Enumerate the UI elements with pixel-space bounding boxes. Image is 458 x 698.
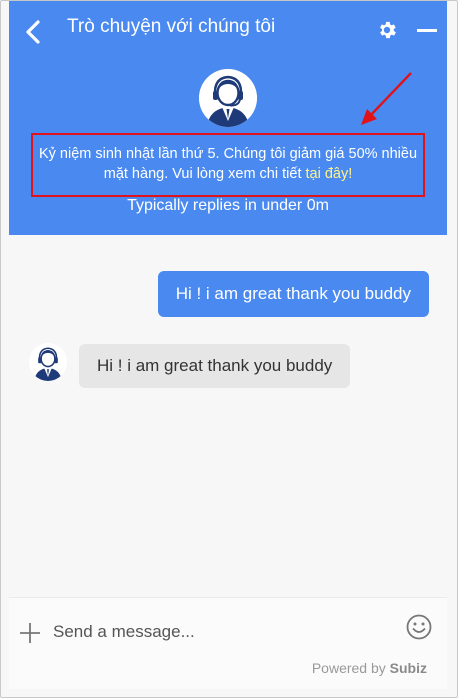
promo-banner: Kỷ niệm sinh nhật lần thứ 5. Chúng tôi g… <box>31 133 425 197</box>
powered-by: Powered by Subiz <box>312 660 427 676</box>
chat-widget: Trò chuyện với chúng tôi Kỷ niệm sinh nh… <box>0 0 458 698</box>
brand-link[interactable]: Subiz <box>390 660 427 676</box>
message-composer: Powered by Subiz <box>9 597 447 689</box>
agent-headset-icon <box>199 69 257 127</box>
message-list: Hi ! i am great thank you buddy Hi ! i a… <box>9 235 447 597</box>
chat-header: Trò chuyện với chúng tôi Kỷ niệm sinh nh… <box>9 1 447 235</box>
gear-icon[interactable] <box>376 19 398 41</box>
agent-headset-icon <box>29 343 67 381</box>
chevron-left-icon[interactable] <box>21 19 45 45</box>
promo-link[interactable]: tại đây! <box>306 166 353 182</box>
annotation-arrow-icon <box>361 72 412 125</box>
agent-avatar <box>199 69 257 127</box>
promo-text: Kỷ niệm sinh nhật lần thứ 5. Chúng tôi g… <box>38 146 418 182</box>
message-input[interactable] <box>53 616 393 648</box>
reply-time-status: Typically replies in under 0m <box>127 197 329 214</box>
smiley-icon[interactable] <box>406 614 432 640</box>
incoming-message: Hi ! i am great thank you buddy <box>79 344 351 388</box>
outgoing-message: Hi ! i am great thank you buddy <box>157 271 429 317</box>
header-title: Trò chuyện với chúng tôi <box>67 16 276 37</box>
minus-icon[interactable] <box>417 29 437 32</box>
agent-avatar-small <box>29 343 67 381</box>
powered-by-label: Powered by <box>311 660 386 676</box>
plus-icon[interactable] <box>19 622 41 644</box>
